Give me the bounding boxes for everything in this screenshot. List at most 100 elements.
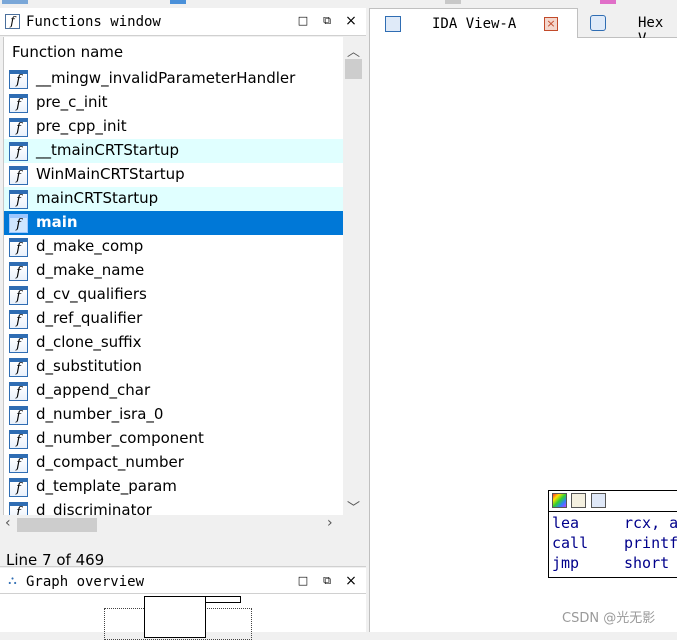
function-row[interactable]: f main	[4, 211, 344, 235]
function-row[interactable]: f WinMainCRTStartup	[4, 163, 344, 187]
function-icon: f	[9, 190, 28, 209]
node-color-icon[interactable]	[552, 493, 567, 508]
function-list[interactable]: Function name f __mingw_invalidParameterH…	[3, 37, 344, 521]
node-group-icon[interactable]	[591, 493, 606, 508]
function-icon: f	[9, 70, 28, 89]
function-icon: f	[9, 214, 28, 233]
restore-window-icon[interactable]: ⧉	[320, 574, 334, 588]
asm-mnemonic: call	[552, 534, 589, 552]
close-tab-icon[interactable]: ×	[544, 17, 558, 31]
function-name: d_number_isra_0	[36, 405, 164, 423]
functions-window-title: Functions window	[26, 14, 161, 30]
function-name: main	[36, 213, 78, 231]
function-row[interactable]: f d_cv_qualifiers	[4, 283, 344, 307]
function-icon: f	[9, 238, 28, 257]
graph-overview-canvas[interactable]	[0, 594, 366, 640]
graph-node[interactable]: lea rcx, a call printf jmp short	[548, 490, 677, 578]
function-row[interactable]: f __tmainCRTStartup	[4, 139, 344, 163]
function-icon: f	[9, 334, 28, 353]
asm-operand: printf	[624, 534, 677, 552]
function-row[interactable]: f d_number_component	[4, 427, 344, 451]
asm-operand: rcx, a	[624, 514, 677, 532]
function-row[interactable]: f d_number_isra_0	[4, 403, 344, 427]
function-icon: f	[9, 262, 28, 281]
scroll-up-icon[interactable]: ︿	[343, 41, 364, 60]
graph-node-thumbnail-small	[205, 596, 241, 603]
panel-divider[interactable]	[0, 566, 366, 567]
tab-ida-view-a[interactable]: IDA View-A ×	[369, 8, 578, 38]
function-row[interactable]: f d_substitution	[4, 355, 344, 379]
graph-overview-title: Graph overview	[26, 574, 145, 590]
asm-line[interactable]: call printf	[552, 534, 677, 552]
asm-mnemonic: jmp	[552, 554, 580, 572]
function-icon: f	[9, 478, 28, 497]
scroll-right-icon[interactable]: ›	[327, 515, 333, 531]
column-header-function-name[interactable]: Function name	[12, 43, 123, 61]
functions-window: f Functions window □ ⧉ × Function name f…	[0, 8, 366, 569]
restore-window-icon[interactable]: ⧉	[320, 14, 334, 28]
function-name: WinMainCRTStartup	[36, 165, 185, 183]
function-row[interactable]: f d_make_comp	[4, 235, 344, 259]
function-row[interactable]: f __mingw_invalidParameterHandler	[4, 67, 344, 91]
function-icon: f	[5, 14, 20, 29]
close-icon[interactable]: ×	[344, 574, 358, 588]
function-icon: f	[9, 94, 28, 113]
function-row[interactable]: f d_make_name	[4, 259, 344, 283]
function-name: d_append_char	[36, 381, 151, 399]
function-row[interactable]: f mainCRTStartup	[4, 187, 344, 211]
graph-node-header	[549, 491, 677, 512]
function-name: __mingw_invalidParameterHandler	[36, 69, 296, 87]
function-name: d_template_param	[36, 477, 177, 495]
scroll-left-icon[interactable]: ‹	[5, 515, 11, 531]
scroll-thumb[interactable]	[345, 59, 362, 79]
function-name: d_make_name	[36, 261, 145, 279]
graph-overview-window: ⛬ Graph overview □ ⧉ ×	[0, 568, 366, 640]
graph-overview-titlebar: ⛬ Graph overview □ ⧉ ×	[0, 568, 366, 594]
function-name: __tmainCRTStartup	[36, 141, 179, 159]
function-name: d_cv_qualifiers	[36, 285, 147, 303]
tab-label: IDA View-A	[432, 16, 517, 32]
function-icon: f	[9, 286, 28, 305]
asm-line[interactable]: jmp short	[552, 554, 669, 572]
function-rows: f __mingw_invalidParameterHandler f pre_c_i…	[4, 67, 344, 521]
function-name: pre_cpp_init	[36, 117, 127, 135]
float-window-icon[interactable]: □	[296, 574, 310, 588]
function-name: d_substitution	[36, 357, 142, 375]
float-window-icon[interactable]: □	[296, 14, 310, 28]
node-rename-icon[interactable]	[571, 493, 586, 508]
function-name: mainCRTStartup	[36, 189, 159, 207]
horizontal-scrollbar[interactable]: ‹ ›	[3, 515, 343, 535]
watermark: CSDN @光无影	[562, 611, 656, 626]
function-icon: f	[9, 142, 28, 161]
scroll-down-icon[interactable]: ﹀	[343, 497, 364, 516]
function-name: d_make_comp	[36, 237, 144, 255]
asm-operand: short	[624, 554, 670, 572]
function-icon: f	[9, 358, 28, 377]
close-icon[interactable]: ×	[344, 14, 358, 28]
function-icon: f	[9, 430, 28, 449]
asm-line[interactable]: lea rcx, a	[552, 514, 677, 532]
function-row[interactable]: f d_template_param	[4, 475, 344, 499]
function-name: pre_c_init	[36, 93, 108, 111]
toolbar-strip	[0, 0, 677, 8]
vertical-scrollbar[interactable]: ︿ ﹀	[343, 37, 364, 521]
function-icon: f	[9, 118, 28, 137]
function-name: d_number_component	[36, 429, 204, 447]
disassembly-view-icon	[385, 16, 401, 32]
asm-mnemonic: lea	[552, 514, 580, 532]
function-row[interactable]: f d_compact_number	[4, 451, 344, 475]
function-row[interactable]: f d_ref_qualifier	[4, 307, 344, 331]
function-row[interactable]: f d_clone_suffix	[4, 331, 344, 355]
hscroll-thumb[interactable]	[17, 518, 97, 532]
function-row[interactable]: f pre_c_init	[4, 91, 344, 115]
hex-view-icon	[590, 15, 606, 31]
functions-window-titlebar: f Functions window □ ⧉ ×	[0, 8, 366, 36]
tab-hex-view[interactable]: Hex V	[580, 8, 677, 47]
function-icon: f	[9, 310, 28, 329]
function-icon: f	[9, 166, 28, 185]
function-row[interactable]: f pre_cpp_init	[4, 115, 344, 139]
function-name: d_ref_qualifier	[36, 309, 143, 327]
view-tabs: IDA View-A × Hex V	[369, 8, 677, 47]
function-icon: f	[9, 454, 28, 473]
function-row[interactable]: f d_append_char	[4, 379, 344, 403]
